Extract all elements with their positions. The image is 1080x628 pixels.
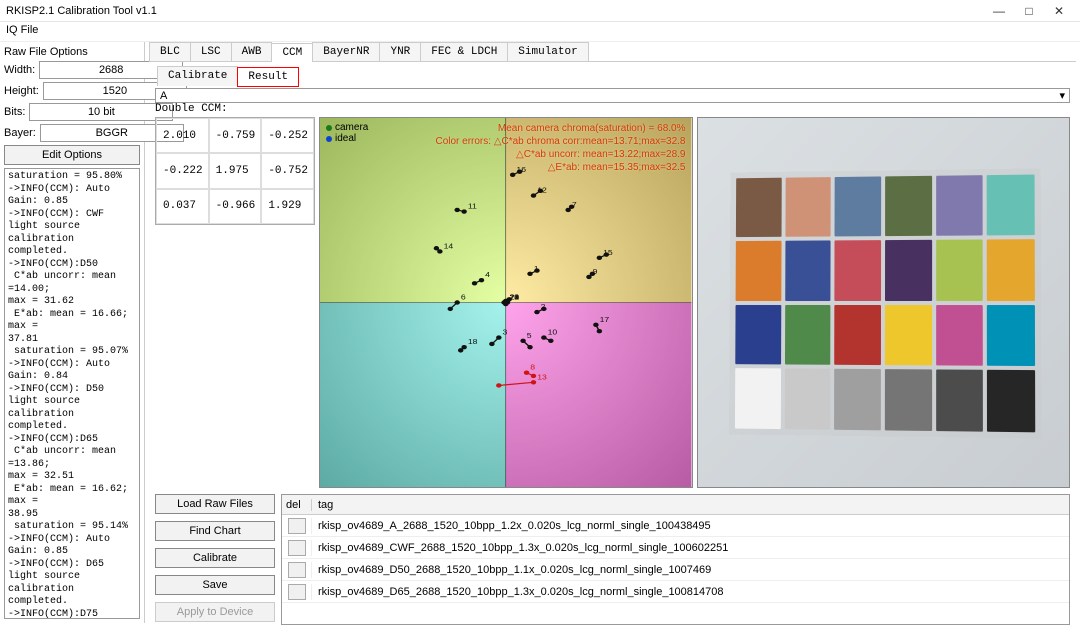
svg-text:11: 11 [468,202,477,210]
subtab-calibrate[interactable]: Calibrate [157,66,238,86]
maximize-icon[interactable]: □ [1014,4,1044,18]
tab-blc[interactable]: BLC [149,42,191,61]
menu-bar: IQ File [0,22,1080,42]
svg-text:8: 8 [530,364,536,372]
svg-text:10: 10 [548,328,558,336]
raw-options-legend: Raw File Options [4,46,140,58]
table-row[interactable]: rkisp_ov4689_D50_2688_1520_10bpp_1.1x_0.… [282,559,1069,581]
tab-lsc[interactable]: LSC [190,42,232,61]
svg-text:15: 15 [603,249,613,257]
delete-row-button[interactable] [288,518,306,534]
load-raw-button[interactable]: Load Raw Files [155,494,275,514]
chevron-down-icon: ▾ [1059,89,1065,102]
right-pane: BLCLSCAWBCCMBayerNRYNRFEC & LDCHSimulato… [145,42,1080,623]
tab-fec-ldch[interactable]: FEC & LDCH [420,42,508,61]
svg-text:17: 17 [600,316,610,324]
tab-ccm[interactable]: CCM [271,43,313,62]
table-row[interactable]: rkisp_ov4689_A_2688_1520_10bpp_1.2x_0.02… [282,515,1069,537]
table-row[interactable]: rkisp_ov4689_D65_2688_1520_10bpp_1.3x_0.… [282,581,1069,603]
sub-tabs: CalibrateResult [149,62,1076,88]
svg-text:3: 3 [503,328,509,336]
ccm-matrix: 2.010-0.759-0.252-0.2221.975-0.7520.037-… [155,117,315,225]
tab-ynr[interactable]: YNR [379,42,421,61]
svg-text:14: 14 [444,242,454,250]
svg-text:13: 13 [537,373,547,381]
calibrate-button[interactable]: Calibrate [155,548,275,568]
tab-bayernr[interactable]: BayerNR [312,42,380,61]
svg-text:1: 1 [534,265,539,273]
find-chart-button[interactable]: Find Chart [155,521,275,541]
delete-row-button[interactable] [288,540,306,556]
title-bar: RKISP2.1 Calibration Tool v1.1 — □ ✕ [0,0,1080,22]
window-title: RKISP2.1 Calibration Tool v1.1 [6,5,984,17]
delete-row-button[interactable] [288,584,306,600]
main-tabs: BLCLSCAWBCCMBayerNRYNRFEC & LDCHSimulato… [149,42,1076,62]
svg-text:2: 2 [541,303,546,311]
tab-simulator[interactable]: Simulator [507,42,588,61]
close-icon[interactable]: ✕ [1044,4,1074,18]
double-ccm-label: Double CCM: [149,103,1076,115]
delete-row-button[interactable] [288,562,306,578]
chart-info: Mean camera chroma(saturation) = 68.0% C… [435,122,685,174]
tab-awb[interactable]: AWB [231,42,273,61]
preview-image [697,117,1071,488]
apply-device-button[interactable]: Apply to Device [155,602,275,622]
save-button[interactable]: Save [155,575,275,595]
svg-text:9: 9 [593,268,598,276]
subtab-result[interactable]: Result [237,67,299,87]
edit-options-button[interactable]: Edit Options [4,145,140,165]
left-pane: Raw File Options Width: Height: Bits: Ba… [0,42,145,623]
file-table: del tag rkisp_ov4689_A_2688_1520_10bpp_1… [281,494,1070,625]
chromaticity-chart: 123456789101112131415161718192021222324 … [319,117,693,488]
svg-text:6: 6 [461,293,467,301]
log-textarea[interactable]: saturation = 95.80% ->INFO(CCM): Auto Ga… [4,168,140,619]
chart-legend: camera ideal [326,122,368,144]
table-row[interactable]: rkisp_ov4689_CWF_2688_1520_10bpp_1.3x_0.… [282,537,1069,559]
svg-text:18: 18 [468,338,478,346]
table-header-tag: tag [312,499,1069,511]
illuminant-dropdown[interactable]: A▾ [155,88,1070,103]
svg-text:12: 12 [537,186,547,194]
svg-text:7: 7 [572,201,577,209]
svg-text:5: 5 [527,332,533,340]
svg-text:4: 4 [485,271,491,279]
minimize-icon[interactable]: — [984,4,1014,18]
menu-iq-file[interactable]: IQ File [6,24,38,36]
table-header-del: del [282,499,312,511]
svg-text:24: 24 [509,293,519,301]
